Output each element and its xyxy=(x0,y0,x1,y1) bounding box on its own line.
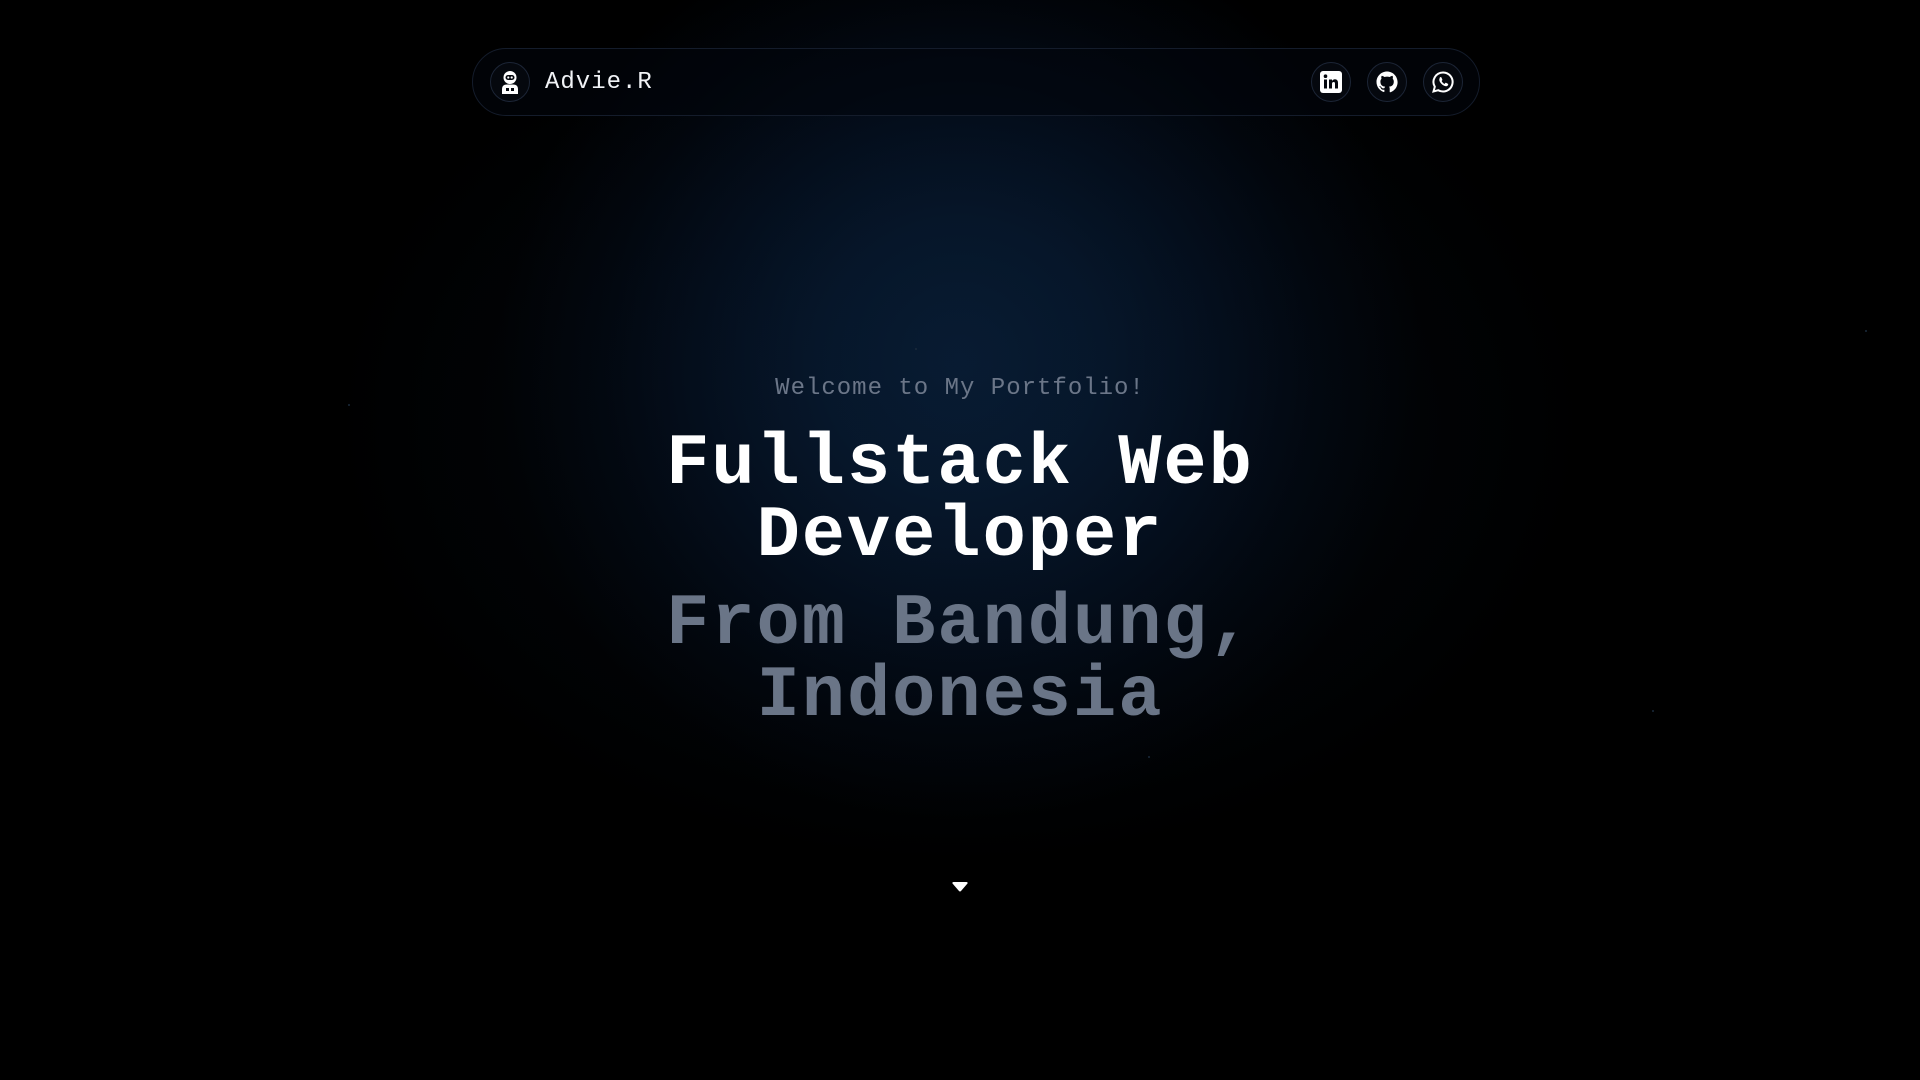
hero-headline: Fullstack Web Developer xyxy=(640,428,1280,572)
scroll-down-button[interactable] xyxy=(951,880,969,894)
headline-line-1: Fullstack Web xyxy=(666,423,1254,505)
location-line-2: Indonesia xyxy=(756,655,1164,737)
brand[interactable]: Advie.R xyxy=(490,62,653,102)
astronaut-icon xyxy=(502,71,518,94)
linkedin-icon xyxy=(1320,71,1342,93)
avatar[interactable] xyxy=(490,62,530,102)
linkedin-link[interactable] xyxy=(1311,62,1351,102)
navbar: Advie.R xyxy=(472,48,1480,116)
welcome-text: Welcome to My Portfolio! xyxy=(775,375,1145,402)
github-icon xyxy=(1376,71,1398,93)
page-background: Advie.R Welcome to My Portfolio! Fullsta… xyxy=(0,0,1920,1080)
social-links xyxy=(1311,62,1463,102)
caret-down-icon xyxy=(952,882,968,892)
github-link[interactable] xyxy=(1367,62,1407,102)
hero-location: From Bandung, Indonesia xyxy=(640,588,1280,732)
hero-section: Welcome to My Portfolio! Fullstack Web D… xyxy=(0,375,1920,732)
brand-name[interactable]: Advie.R xyxy=(545,69,653,96)
headline-line-2: Developer xyxy=(756,495,1164,577)
whatsapp-link[interactable] xyxy=(1423,62,1463,102)
whatsapp-icon xyxy=(1432,71,1454,93)
location-line-1: From Bandung, xyxy=(666,583,1254,665)
